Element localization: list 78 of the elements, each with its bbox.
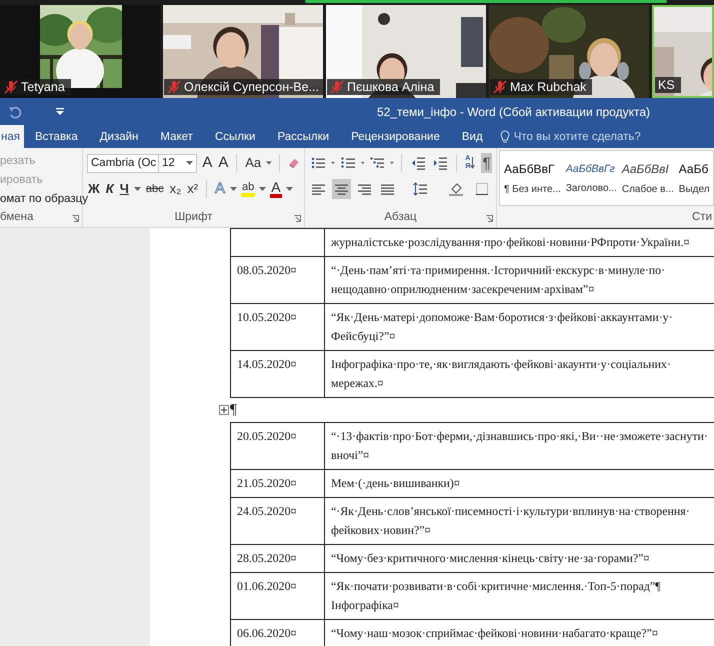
ribbon-tab[interactable]: Рецензирование bbox=[340, 125, 451, 148]
ribbon-tab[interactable]: Рассылки bbox=[266, 125, 340, 148]
table-cell: 08.05.2020¤ bbox=[230, 256, 324, 304]
participant-name: Max Rubchak bbox=[510, 80, 586, 94]
shrink-font-button[interactable]: A bbox=[217, 154, 230, 172]
style-sample: АаБб bbox=[678, 162, 708, 176]
ribbon-tab[interactable]: ная bbox=[0, 125, 24, 148]
ribbon-tab[interactable]: Дизайн bbox=[88, 125, 150, 148]
group-label: Сти bbox=[691, 210, 712, 224]
down-arrow-icon bbox=[470, 156, 476, 170]
style-option[interactable]: АаБб Выдел bbox=[678, 151, 711, 205]
caret-icon[interactable] bbox=[390, 160, 394, 166]
bold-button[interactable]: Ж bbox=[87, 180, 101, 198]
superscript-button[interactable]: x² bbox=[186, 180, 200, 198]
style-sample: АаБбВвГ bbox=[504, 162, 554, 176]
font-color-button[interactable]: A bbox=[270, 180, 282, 198]
highlight-button[interactable]: ab bbox=[241, 181, 256, 197]
ribbon-tab[interactable]: Вставка bbox=[24, 125, 89, 148]
font-name-field[interactable]: Cambria (Oc bbox=[87, 154, 159, 172]
caret-icon[interactable] bbox=[360, 160, 364, 166]
participant-name: Пєшкова Аліна bbox=[347, 80, 434, 94]
ribbon-tab[interactable]: Макет bbox=[149, 125, 204, 148]
undo-icon[interactable] bbox=[8, 104, 22, 118]
participant-name: Tetyana bbox=[21, 80, 65, 94]
change-case-button[interactable]: Aa bbox=[244, 154, 262, 172]
style-sample: АаБбВвI bbox=[622, 162, 669, 176]
table-cell: “·13·фактів·про·Бот·ферми,·дізнавшись·про·які,·Ви··не·зможете·заснути· вночі”¤ bbox=[324, 422, 714, 470]
dialog-launcher-icon[interactable] bbox=[72, 215, 79, 222]
table-cell: 10.05.2020¤ bbox=[230, 304, 324, 350]
participant-name: Олексій Суперсон-Ве... bbox=[184, 80, 319, 94]
style-option[interactable]: АаБбВвI Слабое в... bbox=[620, 151, 675, 205]
participant-name: KS bbox=[658, 78, 675, 92]
strikethrough-button[interactable]: abc bbox=[144, 180, 165, 198]
table-cell: журналістське·розслідування·про·фейкові·новини·РФпроти·України.¤ bbox=[324, 228, 714, 256]
table-cell: 20.05.2020¤ bbox=[230, 422, 324, 470]
style-option[interactable]: АаБбВвГг Заголово... bbox=[564, 151, 618, 205]
table-cell: 06.06.2020¤ bbox=[230, 620, 324, 646]
ribbon-tab[interactable]: Ссылки bbox=[204, 125, 266, 148]
show-marks-button[interactable]: ¶ bbox=[481, 153, 492, 173]
ribbon-command[interactable]: омат по образцу bbox=[0, 192, 88, 207]
font-size-field[interactable]: 12 bbox=[158, 154, 198, 172]
field-value: Cambria (Oc bbox=[91, 157, 156, 169]
window-title: 52_теми_інфо - Word (Сбой активации продукта) bbox=[377, 104, 650, 118]
dialog-launcher-icon[interactable] bbox=[294, 215, 301, 222]
style-name: ¶ Без инте... bbox=[504, 184, 561, 194]
caret-icon[interactable] bbox=[286, 186, 293, 192]
style-name: Слабое в... bbox=[622, 184, 674, 194]
field-value: 12 bbox=[162, 157, 175, 169]
style-name: Заголово... bbox=[566, 182, 617, 194]
style-sample: АаБбВвГг bbox=[566, 162, 615, 174]
style-name: Выдел bbox=[678, 184, 710, 194]
table-cell: 28.05.2020¤ bbox=[230, 544, 324, 572]
lightbulb-icon bbox=[500, 130, 510, 144]
paragraph-mark: ¶ bbox=[230, 402, 237, 418]
search-field[interactable]: Что вы хотите сделать? bbox=[514, 130, 641, 142]
align-center-button[interactable] bbox=[332, 179, 351, 199]
dialog-launcher-icon[interactable] bbox=[486, 215, 493, 222]
group-label: бмена bbox=[0, 210, 34, 224]
grow-font-button[interactable]: A bbox=[201, 154, 214, 172]
dropdown-icon[interactable] bbox=[56, 108, 64, 116]
group-label: Шрифт bbox=[174, 210, 214, 224]
caret-icon[interactable] bbox=[134, 186, 141, 192]
subscript-button[interactable]: x₂ bbox=[168, 180, 182, 198]
underline-button[interactable]: Ч bbox=[118, 180, 130, 198]
ribbon-tab[interactable]: Вид bbox=[450, 125, 494, 148]
table-cell: 21.05.2020¤ bbox=[230, 470, 324, 498]
caret-icon[interactable] bbox=[259, 186, 266, 192]
caret-icon[interactable] bbox=[230, 186, 238, 192]
caret-icon[interactable] bbox=[186, 160, 194, 166]
table-cell: 01.06.2020¤ bbox=[230, 572, 324, 620]
table-cell: 14.05.2020¤ bbox=[230, 350, 324, 398]
caret-icon[interactable] bbox=[266, 160, 272, 166]
table-move-handle-icon[interactable] bbox=[219, 405, 229, 415]
style-option[interactable]: АаБбВвГ ¶ Без инте... bbox=[503, 151, 562, 205]
group-label: Абзац bbox=[383, 210, 418, 224]
italic-button[interactable]: К bbox=[104, 180, 115, 198]
caret-icon[interactable] bbox=[331, 160, 335, 166]
table-cell: 24.05.2020¤ bbox=[230, 498, 324, 544]
